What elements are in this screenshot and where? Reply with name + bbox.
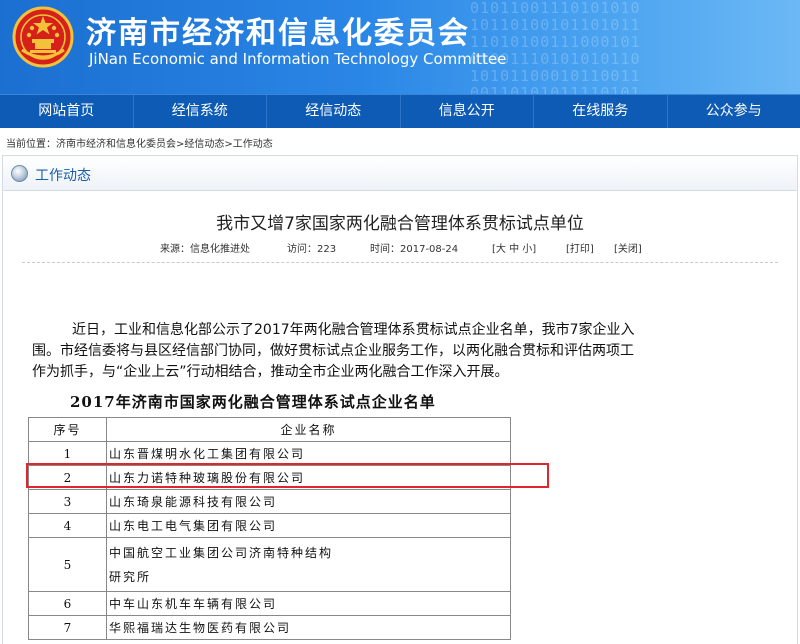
company-name: 山东电工电气集团有限公司 (106, 513, 511, 538)
company-name: 山东晋煤明水化工集团有限公司 (106, 441, 511, 466)
section-title[interactable]: 工作动态 (35, 165, 91, 185)
nav-item-news[interactable]: 经信动态 (267, 95, 401, 128)
row-number: 7 (28, 615, 107, 640)
nav-item-system[interactable]: 经信系统 (134, 95, 267, 128)
table-caption: 2017年济南市国家两化融合管理体系试点企业名单 (70, 393, 436, 411)
company-name: 中车山东机车车辆有限公司 (106, 591, 511, 616)
nav-item-public-info[interactable]: 信息公开 (401, 95, 534, 128)
print-link[interactable]: [打印] (566, 240, 594, 255)
company-name-line-2: 研究所 (109, 569, 152, 584)
paragraph-line: 近日，工业和信息化部公示了2017年两化融合管理体系贯标试点企业名单，我市7家企… (72, 322, 635, 338)
close-link[interactable]: [关闭] (614, 240, 642, 255)
nav-item-home[interactable]: 网站首页 (0, 95, 134, 128)
font-size-toggle[interactable]: [大 中 小] (492, 240, 536, 255)
table-row: 6 中车山东机车车辆有限公司 (28, 591, 511, 616)
nav-item-online-service[interactable]: 在线服务 (534, 95, 668, 128)
row-number: 5 (28, 537, 107, 592)
company-name: 中国航空工业集团公司济南特种结构 研究所 (106, 537, 511, 592)
company-name: 山东琦泉能源科技有限公司 (106, 489, 511, 514)
site-title: 济南市经济和信息化委员会 (86, 16, 470, 51)
meta-divider (22, 262, 778, 263)
table-row: 3 山东琦泉能源科技有限公司 (28, 489, 511, 514)
globe-icon (11, 165, 28, 182)
company-name: 华熙福瑞达生物医药有限公司 (106, 615, 511, 640)
main-navigation: 网站首页 经信系统 经信动态 信息公开 在线服务 公众参与 (0, 94, 800, 128)
header-number: 序号 (28, 417, 107, 442)
row-number: 6 (28, 591, 107, 616)
table-row: 5 中国航空工业集团公司济南特种结构 研究所 (28, 537, 511, 592)
national-emblem-icon (12, 6, 74, 68)
header-company-name: 企业名称 (106, 417, 511, 442)
breadcrumb[interactable]: 当前位置：济南市经济和信息化委员会>经信动态>工作动态 (6, 135, 273, 150)
article-time: 时间：2017-08-24 (370, 244, 459, 255)
header-banner: 01011001110101010 10110100101101011 1101… (0, 0, 800, 94)
company-table: 序号 企业名称 1 山东晋煤明水化工集团有限公司 2 山东力诺特种玻璃股份有限公… (28, 417, 511, 640)
table-header-row: 序号 企业名称 (28, 417, 511, 442)
table-row: 1 山东晋煤明水化工集团有限公司 (28, 441, 511, 466)
section-header: 工作动态 (2, 155, 798, 191)
article-paragraph: 近日，工业和信息化部公示了2017年两化融合管理体系贯标试点企业名单，我市7家企… (32, 320, 764, 383)
nav-item-participation[interactable]: 公众参与 (668, 95, 800, 128)
site-subtitle: JiNan Economic and Information Technolog… (89, 50, 507, 68)
paragraph-line: 围。市经信委将与县区经信部门协同，做好贯标试点企业服务工作，以两化融合贯标和评估… (32, 343, 634, 359)
highlight-box (26, 463, 549, 488)
row-number: 3 (28, 489, 107, 514)
article-title: 我市又增7家国家两化融合管理体系贯标试点单位 (216, 214, 584, 234)
article-source: 来源：信息化推进处 (160, 244, 250, 255)
table-row: 7 华熙福瑞达生物医药有限公司 (28, 615, 511, 640)
row-number: 1 (28, 441, 107, 466)
article-visits: 访问：223 (287, 244, 337, 255)
table-row: 4 山东电工电气集团有限公司 (28, 513, 511, 538)
paragraph-line: 作为抓手，与“企业上云”行动相结合，推动全市企业两化融合工作深入开展。 (32, 364, 509, 380)
row-number: 4 (28, 513, 107, 538)
company-name-line-1: 中国航空工业集团公司济南特种结构 (109, 545, 334, 560)
binary-pattern-decoration: 01011001110101010 10110100101101011 1101… (470, 0, 641, 94)
